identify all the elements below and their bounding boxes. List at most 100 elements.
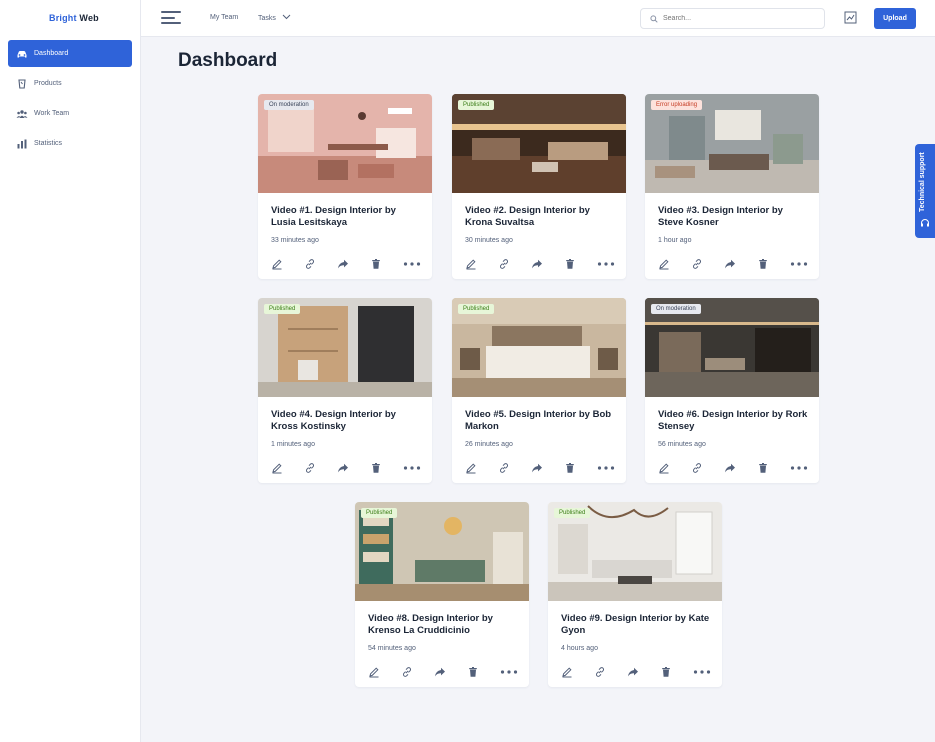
video-title[interactable]: Video #5. Design Interior by Bob Markon <box>465 409 615 433</box>
car-icon <box>17 50 27 57</box>
video-title[interactable]: Video #9. Design Interior by Kate Gyon <box>561 613 711 637</box>
sidebar-item-dashboard[interactable]: Dashboard <box>8 40 132 67</box>
headset-icon <box>921 219 929 227</box>
video-card[interactable]: Published Video #9. Design Interior by K… <box>548 502 722 687</box>
video-card[interactable]: Published Video #4. Design Interior by K… <box>258 298 432 483</box>
link-icon[interactable] <box>594 665 606 677</box>
edit-icon[interactable] <box>658 257 670 270</box>
cup-icon <box>18 78 26 89</box>
share-icon[interactable] <box>531 461 543 473</box>
video-title[interactable]: Video #3. Design Interior by Steve Kosne… <box>658 205 808 229</box>
more-icon[interactable] <box>693 665 711 677</box>
video-actions <box>658 461 808 474</box>
menu-icon[interactable] <box>161 11 181 25</box>
video-timestamp: 30 minutes ago <box>465 237 513 244</box>
edit-icon[interactable] <box>658 461 670 474</box>
video-card[interactable]: Published Video #2. Design Interior by K… <box>452 94 626 279</box>
sidebar-item-products[interactable]: Products <box>8 70 132 97</box>
share-icon[interactable] <box>531 257 543 269</box>
share-icon[interactable] <box>627 665 639 677</box>
page-title: Dashboard <box>178 50 278 71</box>
search-input[interactable] <box>663 15 813 22</box>
team-icon <box>16 109 28 118</box>
brand-logo[interactable]: Bright Web <box>49 13 99 23</box>
chevron-down-icon <box>282 14 291 20</box>
delete-icon[interactable] <box>660 665 672 677</box>
video-timestamp: 26 minutes ago <box>465 441 513 448</box>
status-badge: Published <box>458 304 495 314</box>
delete-icon[interactable] <box>757 257 769 269</box>
status-badge: On moderation <box>264 100 314 110</box>
video-title[interactable]: Video #2. Design Interior by Krona Suval… <box>465 205 615 229</box>
edit-icon[interactable] <box>465 257 477 270</box>
share-icon[interactable] <box>724 257 736 269</box>
video-title[interactable]: Video #6. Design Interior by Rork Stense… <box>658 409 808 433</box>
video-actions <box>271 257 421 270</box>
status-badge: Published <box>554 508 591 518</box>
video-actions <box>271 461 421 474</box>
video-actions <box>658 257 808 270</box>
video-timestamp: 4 hours ago <box>561 645 598 652</box>
video-actions <box>561 665 711 678</box>
more-icon[interactable] <box>790 461 808 473</box>
technical-support-tab[interactable]: Technical support <box>915 144 935 238</box>
status-badge: On moderation <box>651 304 701 314</box>
more-icon[interactable] <box>403 257 421 269</box>
video-card[interactable]: Error uploading Video #3. Design Interio… <box>645 94 819 279</box>
link-icon[interactable] <box>691 257 703 269</box>
video-card[interactable]: Published Video #5. Design Interior by B… <box>452 298 626 483</box>
nav-link-my-team[interactable]: My Team <box>210 14 238 21</box>
delete-icon[interactable] <box>467 665 479 677</box>
more-icon[interactable] <box>790 257 808 269</box>
more-icon[interactable] <box>597 461 615 473</box>
video-title[interactable]: Video #8. Design Interior by Krenso La C… <box>368 613 518 637</box>
link-icon[interactable] <box>304 461 316 473</box>
video-actions <box>368 665 518 678</box>
more-icon[interactable] <box>500 665 518 677</box>
status-badge: Published <box>264 304 301 314</box>
share-icon[interactable] <box>337 461 349 473</box>
edit-icon[interactable] <box>465 461 477 474</box>
video-actions <box>465 461 615 474</box>
edit-icon[interactable] <box>271 257 283 270</box>
sidebar-item-work-team[interactable]: Work Team <box>8 100 132 127</box>
link-icon[interactable] <box>498 257 510 269</box>
link-icon[interactable] <box>691 461 703 473</box>
link-icon[interactable] <box>304 257 316 269</box>
upload-button[interactable]: Upload <box>874 8 916 29</box>
delete-icon[interactable] <box>564 461 576 473</box>
link-icon[interactable] <box>498 461 510 473</box>
sidebar: Bright Web Dashboard Products Work Team … <box>0 0 141 742</box>
technical-support-label: Technical support <box>919 152 926 212</box>
share-icon[interactable] <box>337 257 349 269</box>
share-icon[interactable] <box>434 665 446 677</box>
more-icon[interactable] <box>403 461 421 473</box>
brand-name-second: Web <box>79 13 99 23</box>
delete-icon[interactable] <box>370 461 382 473</box>
video-card[interactable]: Published Video #8. Design Interior by K… <box>355 502 529 687</box>
video-timestamp: 56 minutes ago <box>658 441 706 448</box>
sidebar-item-statistics[interactable]: Statistics <box>8 130 132 157</box>
status-badge: Published <box>458 100 495 110</box>
link-icon[interactable] <box>401 665 413 677</box>
search-box[interactable] <box>640 8 825 29</box>
chart-icon <box>17 139 27 148</box>
video-title[interactable]: Video #4. Design Interior by Kross Kosti… <box>271 409 421 433</box>
video-timestamp: 1 hour ago <box>658 237 692 244</box>
edit-icon[interactable] <box>271 461 283 474</box>
tasks-dropdown[interactable]: Tasks <box>258 14 291 22</box>
share-icon[interactable] <box>724 461 736 473</box>
video-card[interactable]: On moderation Video #6. Design Interior … <box>645 298 819 483</box>
status-badge: Error uploading <box>651 100 703 110</box>
brand-name-first: Bright <box>49 13 77 23</box>
statistics-icon[interactable] <box>844 11 857 24</box>
video-title[interactable]: Video #1. Design Interior by Lusia Lesit… <box>271 205 421 229</box>
video-card[interactable]: On moderation Video #1. Design Interior … <box>258 94 432 279</box>
edit-icon[interactable] <box>368 665 380 678</box>
sidebar-item-label: Products <box>34 80 62 87</box>
delete-icon[interactable] <box>757 461 769 473</box>
edit-icon[interactable] <box>561 665 573 678</box>
delete-icon[interactable] <box>370 257 382 269</box>
more-icon[interactable] <box>597 257 615 269</box>
delete-icon[interactable] <box>564 257 576 269</box>
